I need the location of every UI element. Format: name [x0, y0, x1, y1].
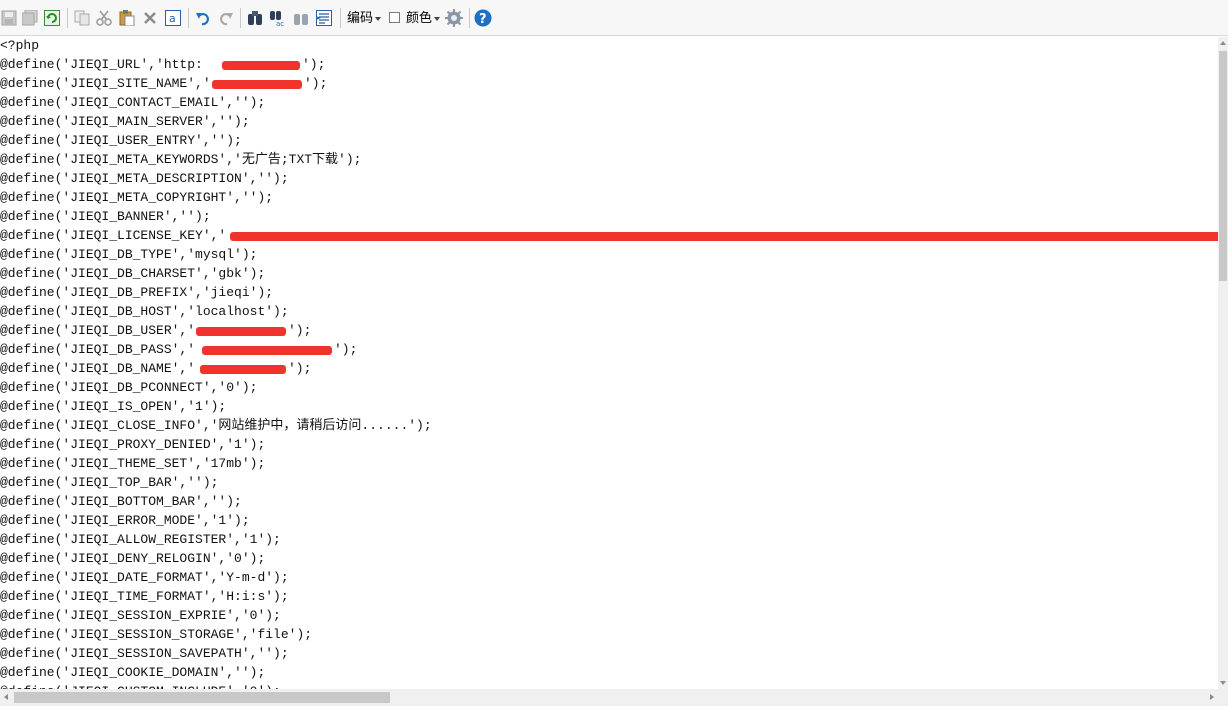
code-line: <?php: [0, 38, 40, 53]
code-line-suffix: ');: [334, 342, 358, 357]
code-line: @define('JIEQI_ERROR_MODE','1');: [0, 513, 250, 528]
chevron-down-icon[interactable]: [434, 17, 440, 21]
save-all-icon[interactable]: [21, 9, 39, 27]
code-line: @define('JIEQI_CUSTOM_INCLUDE','0');: [0, 682, 281, 689]
svg-text:ac: ac: [276, 20, 284, 26]
code-line: @define('JIEQI_MAIN_SERVER','');: [0, 114, 250, 129]
code-line: @define('JIEQI_SESSION_STORAGE','file');: [0, 627, 313, 642]
redaction-mark: [196, 327, 286, 336]
horizontal-scrollbar[interactable]: [0, 689, 1218, 706]
code-line: @define('JIEQI_META_DESCRIPTION','');: [0, 171, 289, 186]
redo-icon[interactable]: [217, 9, 235, 27]
code-line: @define('JIEQI_META_COPYRIGHT','');: [0, 190, 274, 205]
code-line: @define('JIEQI_DB_NAME',': [0, 361, 196, 376]
code-line: @define('JIEQI_DB_PCONNECT','0');: [0, 380, 258, 395]
scroll-down-icon[interactable]: [1220, 681, 1226, 685]
code-line: @define('JIEQI_SITE_NAME',': [0, 76, 211, 91]
copy-icon[interactable]: [73, 9, 91, 27]
help-icon[interactable]: ?: [474, 9, 492, 27]
code-line: @define('JIEQI_URL','http:: [0, 57, 203, 72]
svg-text:?: ?: [479, 12, 487, 27]
color-menu-label[interactable]: 颜色: [406, 10, 432, 26]
code-line: @define('JIEQI_IS_OPEN','1');: [0, 399, 227, 414]
code-line: @define('JIEQI_DB_PASS',': [0, 342, 196, 357]
scroll-up-icon[interactable]: [1220, 41, 1226, 45]
code-line: @define('JIEQI_DATE_FORMAT','Y-m-d');: [0, 570, 289, 585]
code-line: @define('JIEQI_TOP_BAR','');: [0, 475, 219, 490]
select-all-icon[interactable]: a: [164, 9, 182, 27]
code-line: @define('JIEQI_META_KEYWORDS','无广告;TXT下载…: [0, 152, 362, 167]
code-line: @define('JIEQI_BANNER','');: [0, 209, 211, 224]
code-line: @define('JIEQI_SESSION_EXPRIE','0');: [0, 608, 281, 623]
redaction-mark: [230, 232, 1218, 241]
redaction-mark: [202, 346, 332, 355]
code-line: @define('JIEQI_TIME_FORMAT','H:i:s');: [0, 589, 289, 604]
code-line: @define('JIEQI_DB_CHARSET','gbk');: [0, 266, 266, 281]
code-line-suffix: ');: [304, 76, 328, 91]
code-line-suffix: ');: [288, 323, 312, 338]
code-editor[interactable]: <?php @define('JIEQI_URL','http: '); @defin…: [0, 37, 1218, 689]
code-line: @define('JIEQI_THEME_SET','17mb');: [0, 456, 266, 471]
code-line: @define('JIEQI_DB_TYPE','mysql');: [0, 247, 258, 262]
code-line: @define('JIEQI_SESSION_SAVEPATH','');: [0, 646, 289, 661]
code-line: @define('JIEQI_CLOSE_INFO','网站维护中，请稍后访问.…: [0, 418, 432, 433]
code-line: @define('JIEQI_COOKIE_DOMAIN','');: [0, 665, 266, 680]
toolbar-separator: [67, 8, 68, 28]
code-line: @define('JIEQI_DB_PREFIX','jieqi');: [0, 285, 274, 300]
code-line: @define('JIEQI_USER_ENTRY','');: [0, 133, 242, 148]
replace-icon[interactable]: ac: [269, 9, 287, 27]
toolbar-separator: [188, 8, 189, 28]
redaction-mark: [212, 80, 302, 89]
toolbar-separator: [340, 8, 341, 28]
code-line-suffix: ');: [302, 57, 326, 72]
code-line: @define('JIEQI_LICENSE_KEY',': [0, 228, 227, 243]
save-icon[interactable]: [0, 9, 18, 27]
goto-icon[interactable]: [315, 9, 333, 27]
paste-icon[interactable]: [118, 9, 136, 27]
code-line: @define('JIEQI_BOTTOM_BAR','');: [0, 494, 242, 509]
undo-icon[interactable]: [194, 9, 212, 27]
color-checkbox[interactable]: [389, 12, 400, 23]
scrollbar-corner: [1218, 689, 1228, 706]
encoding-menu-label[interactable]: 编码: [347, 10, 373, 26]
delete-icon[interactable]: [141, 9, 159, 27]
toolbar-separator: [469, 8, 470, 28]
code-line: @define('JIEQI_ALLOW_REGISTER','1');: [0, 532, 281, 547]
scroll-left-icon[interactable]: [4, 694, 8, 700]
cut-icon[interactable]: [95, 9, 113, 27]
code-line: @define('JIEQI_PROXY_DENIED','1');: [0, 437, 266, 452]
scroll-right-icon[interactable]: [1210, 694, 1214, 700]
chevron-down-icon[interactable]: [375, 17, 381, 21]
redaction-mark: [222, 61, 300, 70]
find-next-icon[interactable]: [292, 9, 310, 27]
redaction-mark: [200, 365, 286, 374]
horizontal-scroll-thumb[interactable]: [14, 692, 390, 703]
code-line-suffix: ');: [288, 361, 312, 376]
code-line: @define('JIEQI_CONTACT_EMAIL','');: [0, 95, 266, 110]
find-icon[interactable]: [246, 9, 264, 27]
vertical-scrollbar[interactable]: [1218, 37, 1228, 689]
settings-icon[interactable]: [445, 9, 463, 27]
code-line: @define('JIEQI_DB_USER',': [0, 323, 196, 338]
toolbar: a ac 编码 颜色 ?: [0, 0, 1228, 36]
code-line: @define('JIEQI_DB_HOST','localhost');: [0, 304, 289, 319]
vertical-scroll-thumb[interactable]: [1219, 51, 1227, 281]
refresh-icon[interactable]: [43, 9, 61, 27]
toolbar-separator: [240, 8, 241, 28]
svg-text:a: a: [169, 12, 176, 25]
code-line: @define('JIEQI_DENY_RELOGIN','0');: [0, 551, 266, 566]
